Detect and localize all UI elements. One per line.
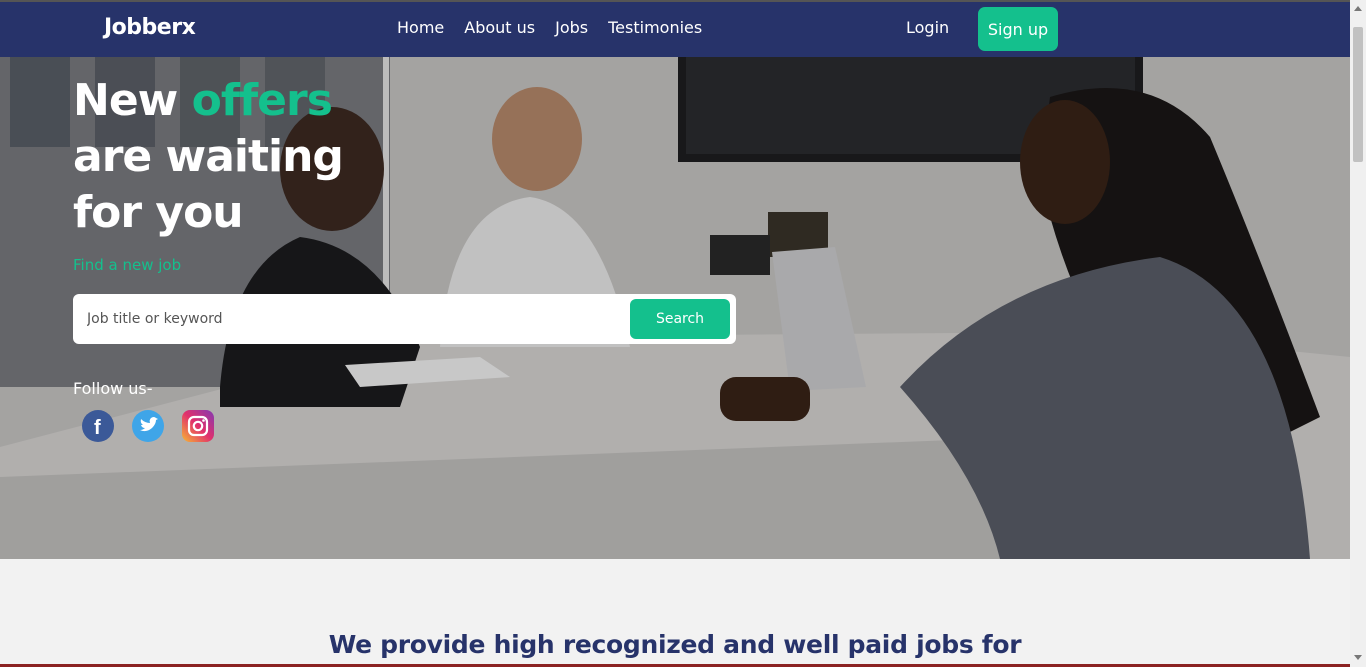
navbar: Jobberx Home About us Jobs Testimonies L… xyxy=(0,2,1350,57)
nav-link-about[interactable]: About us xyxy=(464,18,535,37)
scroll-thumb[interactable] xyxy=(1353,27,1363,162)
signup-button[interactable]: Sign up xyxy=(978,7,1058,51)
follow-us-label: Follow us- xyxy=(73,379,153,398)
headline-word-new: New xyxy=(73,75,178,126)
search-button[interactable]: Search xyxy=(630,299,730,339)
nav-link-home[interactable]: Home xyxy=(397,18,444,37)
headline-accent-offers: offers xyxy=(191,75,333,126)
hero-section: New offers are waiting for you Find a ne… xyxy=(0,57,1350,559)
headline-line-3: for you xyxy=(73,187,244,238)
login-link[interactable]: Login xyxy=(906,18,949,37)
job-search-box: Search xyxy=(73,294,736,344)
job-search-input[interactable] xyxy=(87,304,627,334)
hero-subline: Find a new job xyxy=(73,256,182,274)
hero-headline: New offers are waiting for you xyxy=(73,73,344,241)
scroll-up-arrow-icon[interactable] xyxy=(1354,6,1362,11)
nav-link-testimonies[interactable]: Testimonies xyxy=(608,18,702,37)
page-scrollbar[interactable] xyxy=(1350,0,1366,667)
twitter-icon[interactable] xyxy=(132,410,164,442)
section-title: We provide high recognized and well paid… xyxy=(328,630,1022,659)
instagram-icon[interactable] xyxy=(182,410,214,442)
social-links: f xyxy=(82,410,214,442)
nav-links: Home About us Jobs Testimonies xyxy=(397,18,722,37)
svg-text:f: f xyxy=(94,417,101,439)
facebook-icon[interactable]: f xyxy=(82,410,114,442)
scroll-down-arrow-icon[interactable] xyxy=(1354,655,1362,660)
nav-link-jobs[interactable]: Jobs xyxy=(555,18,588,37)
headline-line-2: are waiting xyxy=(73,131,344,182)
brand-logo[interactable]: Jobberx xyxy=(104,15,196,40)
